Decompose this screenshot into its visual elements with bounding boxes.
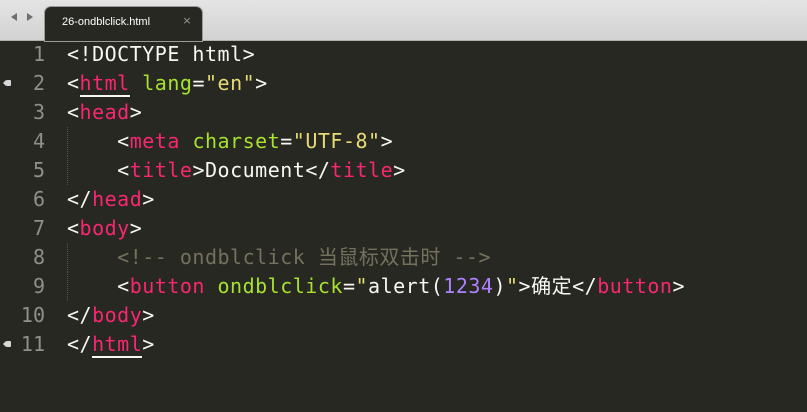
code-text: <html lang="en">: [67, 69, 268, 98]
code-text: <body>: [67, 214, 142, 243]
token-punct: =: [280, 129, 293, 153]
line-number: 11: [20, 332, 45, 356]
token-punct: <: [117, 129, 130, 153]
token-string: ": [506, 274, 519, 298]
token-punct: <: [67, 100, 80, 124]
token-string: "UTF-8": [292, 129, 381, 153]
token-comment: <!-- ondblclick 当鼠标双击时 -->: [117, 245, 491, 269]
line-number: 3: [32, 100, 45, 124]
editor-window: 26-ondblclick.html × 1 <!DOCTYPE html> 2…: [0, 0, 807, 412]
line-number: 5: [32, 158, 45, 182]
token-punct: <: [67, 71, 80, 95]
tab-bar: 26-ondblclick.html ×: [0, 0, 807, 41]
token-punct: <: [67, 216, 80, 240]
token-tag: button: [597, 274, 673, 298]
code-line: 8 <!-- ondblclick 当鼠标双击时 -->: [0, 243, 807, 272]
token-text: alert(: [368, 274, 444, 298]
line-number: 9: [32, 274, 45, 298]
code-line: 2 <html lang="en">: [0, 69, 807, 98]
arrow-right-icon[interactable]: [24, 11, 36, 23]
token-punct: >: [380, 129, 394, 153]
code-line: 3 <head>: [0, 98, 807, 127]
token-attr: ondblclick: [217, 274, 343, 298]
token-string: ": [355, 274, 369, 298]
close-icon[interactable]: ×: [180, 14, 194, 28]
token-tag: body: [79, 216, 130, 240]
token-tag: button: [129, 274, 205, 298]
token-tag: title: [330, 158, 394, 182]
token-punct: >: [142, 187, 155, 211]
code-text: <!DOCTYPE html>: [67, 40, 255, 69]
token-punct: >: [129, 100, 143, 124]
token-text: ): [493, 274, 506, 298]
token-punct: >: [142, 303, 155, 327]
code-text: <!-- ondblclick 当鼠标双击时 -->: [67, 243, 491, 272]
token-text: Document: [204, 158, 306, 182]
token-punct: <: [117, 274, 130, 298]
token-punct: >: [518, 274, 532, 298]
code-text: <button ondblclick="alert(1234)">确定</but…: [67, 272, 685, 301]
code-text: </head>: [67, 185, 155, 214]
code-line: 1 <!DOCTYPE html>: [0, 40, 807, 69]
line-number: 10: [20, 303, 45, 327]
token-tag: head: [92, 187, 143, 211]
code-line: 5 <title>Document</title>: [0, 156, 807, 185]
token-punct: <: [117, 158, 130, 182]
token-punct: </: [305, 158, 331, 182]
code-text: </body>: [67, 301, 155, 330]
doctype: <!DOCTYPE html>: [67, 42, 256, 66]
token-punct: =: [342, 274, 356, 298]
token-tag: html: [92, 332, 143, 358]
code-line: 9 <button ondblclick="alert(1234)">确定</b…: [0, 272, 807, 301]
code-text: </html>: [67, 330, 155, 359]
token-punct: </: [67, 187, 93, 211]
token-tag: head: [79, 100, 130, 124]
tab-title: 26-ondblclick.html: [62, 16, 151, 28]
token-tag: title: [129, 158, 193, 182]
line-number: 6: [32, 187, 45, 211]
token-punct: >: [393, 158, 406, 182]
tab-26-ondblclick[interactable]: 26-ondblclick.html ×: [45, 7, 202, 41]
token-punct: >: [192, 158, 205, 182]
token-tag: meta: [129, 129, 180, 153]
token-punct: </: [67, 303, 93, 327]
token-text: 确定: [531, 274, 573, 298]
token-punct: >: [142, 332, 155, 356]
token-number: 1234: [443, 274, 494, 298]
code-line: 4 <meta charset="UTF-8">: [0, 127, 807, 156]
code-editor[interactable]: 1 <!DOCTYPE html> 2 <html lang="en"> 3 <…: [0, 40, 807, 412]
arrow-left-icon[interactable]: [8, 11, 20, 23]
token-punct: </: [67, 332, 93, 356]
line-number: 8: [32, 245, 45, 269]
code-line: 7 <body>: [0, 214, 807, 243]
token-tag: html: [79, 71, 130, 97]
token-tag: body: [92, 303, 143, 327]
token-punct: >: [255, 71, 268, 95]
token-punct: =: [192, 71, 205, 95]
line-number: 2: [32, 71, 45, 95]
token-string: "en": [204, 71, 256, 95]
token-punct: >: [129, 216, 143, 240]
code-text: <meta charset="UTF-8">: [67, 127, 393, 156]
token-attr: lang: [142, 71, 193, 95]
token-attr: charset: [192, 129, 281, 153]
code-line: 11 </html>: [0, 330, 807, 359]
code-text: <title>Document</title>: [67, 156, 406, 185]
token-punct: </: [572, 274, 598, 298]
line-number: 7: [32, 216, 45, 240]
code-text: <head>: [67, 98, 142, 127]
code-line: 6 </head>: [0, 185, 807, 214]
line-number: 1: [32, 42, 45, 66]
line-number: 4: [32, 129, 45, 153]
token-punct: >: [672, 274, 685, 298]
code-line: 10 </body>: [0, 301, 807, 330]
